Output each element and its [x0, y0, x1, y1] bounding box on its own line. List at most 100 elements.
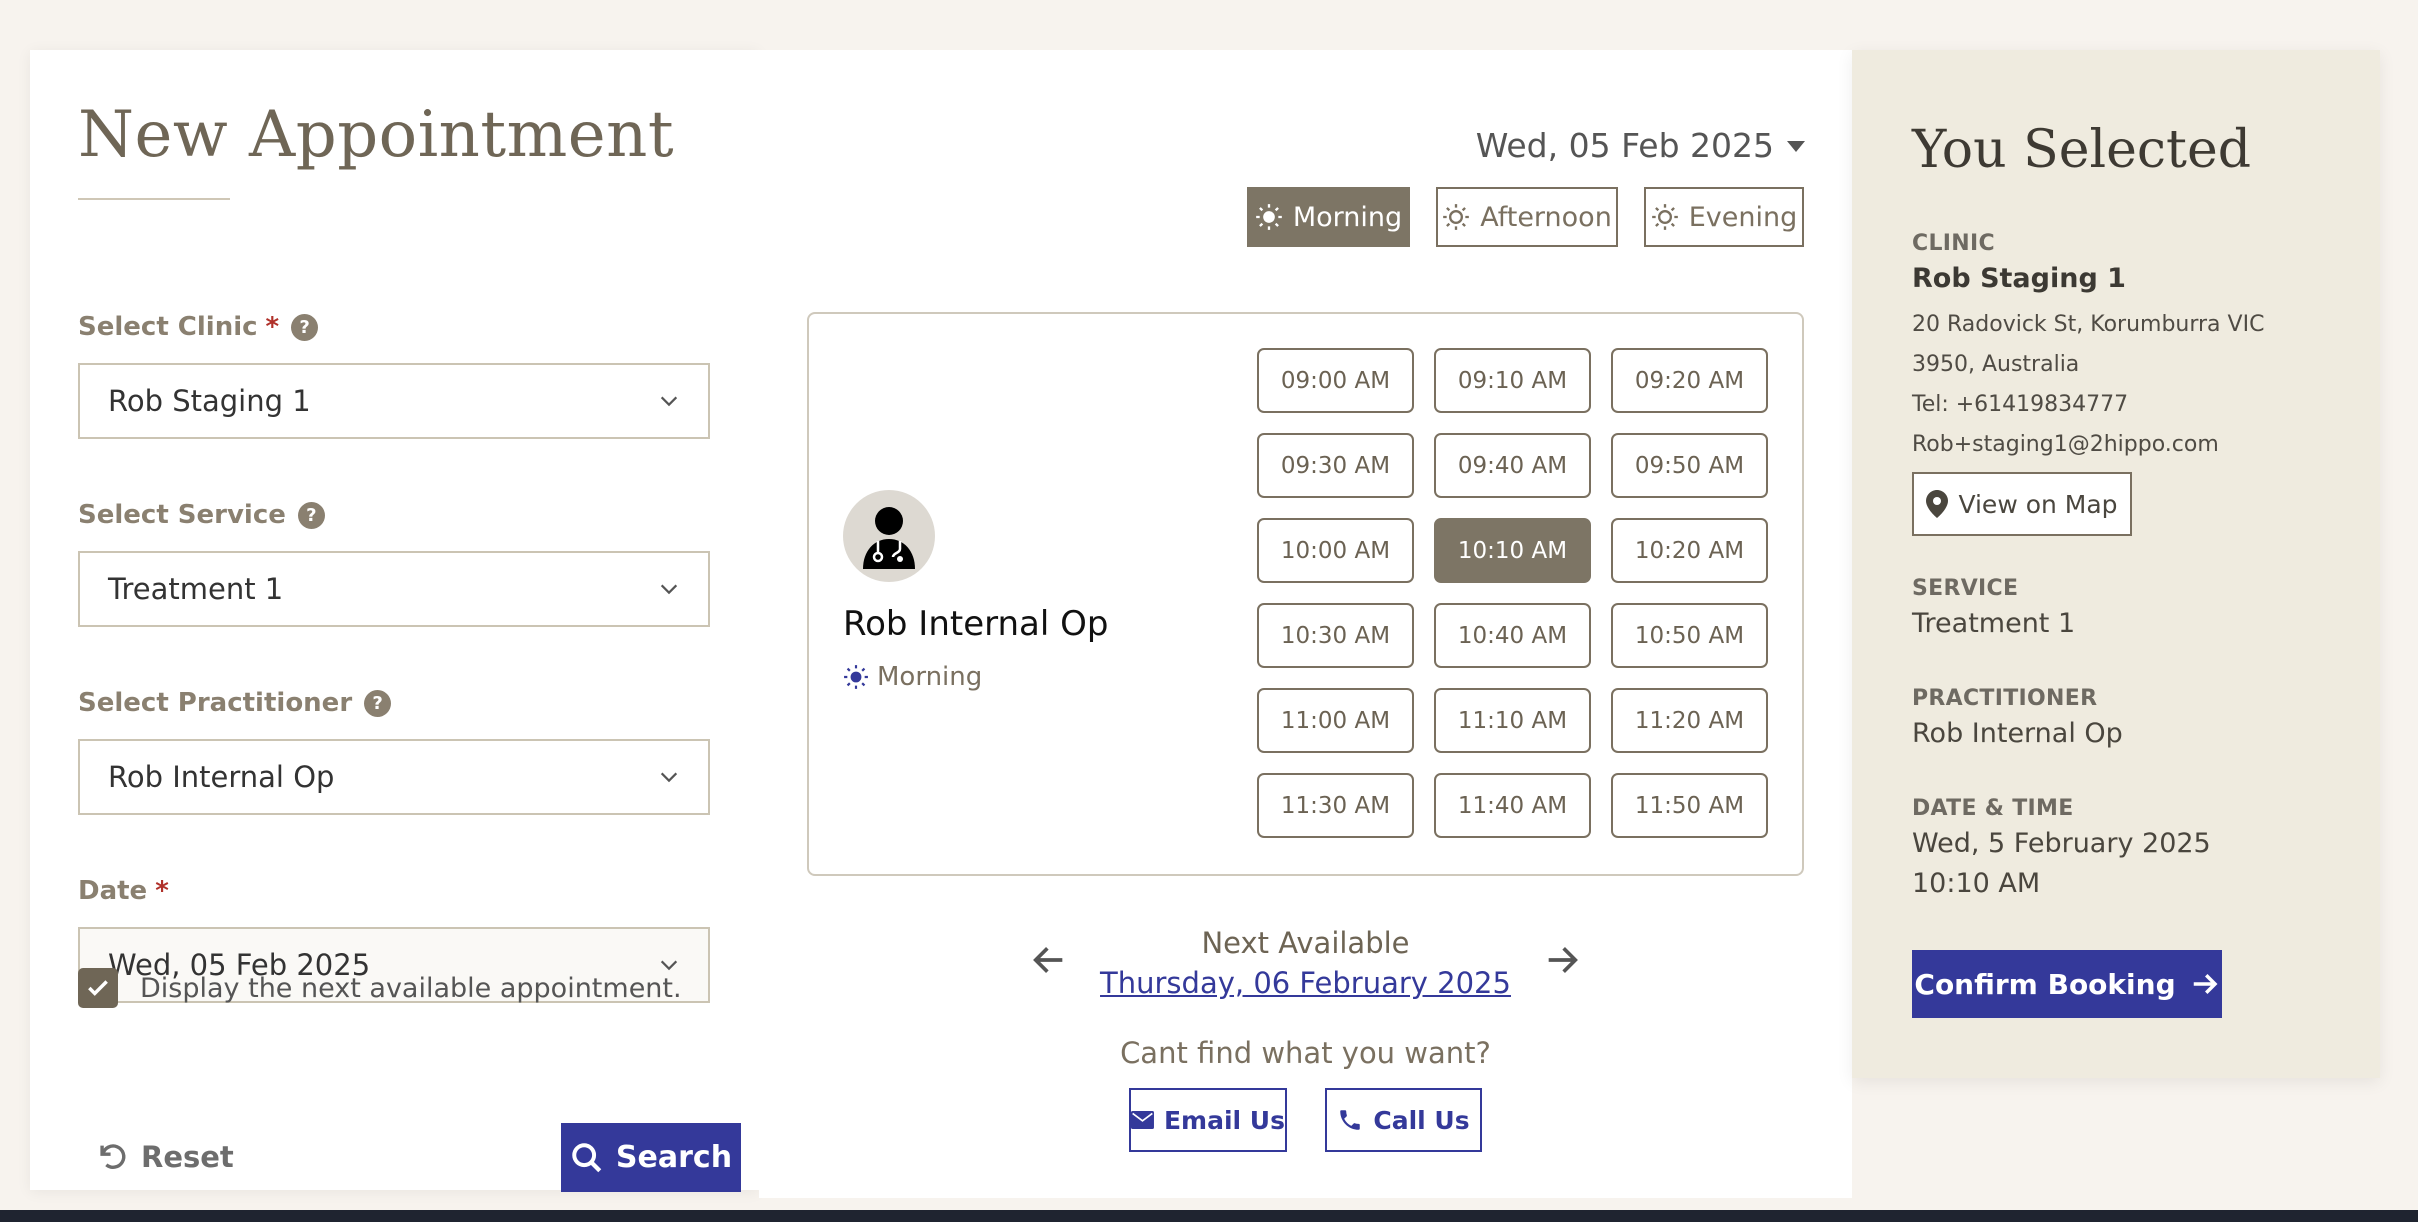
time-slot[interactable]: 09:50 AM	[1611, 433, 1768, 498]
time-slot[interactable]: 09:10 AM	[1434, 348, 1591, 413]
search-label: Search	[615, 1140, 733, 1175]
arrow-right-icon[interactable]	[1542, 940, 1582, 980]
reset-button[interactable]: Reset	[95, 1122, 234, 1192]
chevron-down-icon	[660, 772, 678, 783]
confirm-booking-button[interactable]: Confirm Booking	[1912, 950, 2222, 1018]
time-slot[interactable]: 09:40 AM	[1434, 433, 1591, 498]
time-slot[interactable]: 11:00 AM	[1257, 688, 1414, 753]
time-value: 10:10 AM	[1912, 868, 2041, 899]
reset-icon	[100, 1144, 126, 1169]
practitioner-period-label: Morning	[877, 662, 983, 692]
period-afternoon-button[interactable]: Afternoon	[1436, 187, 1618, 247]
appointment-form-panel: New Appointment Select Clinic * ? Rob St…	[30, 50, 759, 1192]
time-slot[interactable]: 09:20 AM	[1611, 348, 1768, 413]
sun-icon	[1443, 204, 1470, 230]
arrow-right-icon	[2193, 974, 2218, 994]
view-on-map-button[interactable]: View on Map	[1912, 472, 2132, 536]
time-slot[interactable]: 11:50 AM	[1611, 773, 1768, 838]
period-label: Afternoon	[1480, 201, 1612, 233]
next-available-checkbox[interactable]	[78, 968, 118, 1008]
view-on-map-label: View on Map	[1958, 489, 2118, 519]
practitioner-avatar	[843, 490, 935, 582]
time-slots-panel: Wed, 05 Feb 2025 Morning Afternoon Eveni…	[759, 50, 1852, 1198]
sunset-icon	[1651, 204, 1678, 230]
time-slot[interactable]: 10:50 AM	[1611, 603, 1768, 668]
date-value: Wed, 5 February 2025	[1912, 828, 2211, 859]
help-icon[interactable]: ?	[364, 689, 392, 717]
clinic-select[interactable]: Rob Staging 1	[78, 363, 710, 439]
time-slot[interactable]: 10:30 AM	[1257, 603, 1414, 668]
check-icon	[88, 980, 108, 996]
cant-find-text: Cant find what you want?	[1120, 1036, 1491, 1070]
summary-title: You Selected	[1912, 120, 2252, 180]
date-picker-value: Wed, 05 Feb 2025	[1475, 126, 1774, 165]
sun-icon	[1256, 204, 1282, 230]
date-picker[interactable]: Wed, 05 Feb 2025	[1476, 126, 1806, 165]
time-slot[interactable]: 09:00 AM	[1257, 348, 1414, 413]
time-slot[interactable]: 11:40 AM	[1434, 773, 1591, 838]
time-slot-selected[interactable]: 10:10 AM	[1434, 518, 1591, 583]
practitioner-period: Morning	[843, 662, 982, 692]
period-label: Morning	[1292, 201, 1403, 233]
next-available-option: Display the next available appointment.	[78, 968, 682, 1008]
period-evening-button[interactable]: Evening	[1644, 187, 1804, 247]
clinic-name: Rob Staging 1	[1912, 263, 2126, 294]
required-marker: *	[265, 312, 280, 342]
next-available-date[interactable]: Thursday, 06 February 2025	[1100, 966, 1511, 1000]
service-label-text: Select Service	[78, 500, 286, 530]
clinic-heading: CLINIC	[1912, 231, 1995, 256]
email-us-button[interactable]: Email Us	[1129, 1088, 1287, 1152]
required-marker: *	[155, 876, 169, 906]
service-select[interactable]: Treatment 1	[78, 551, 710, 627]
time-slot[interactable]: 10:00 AM	[1257, 518, 1414, 583]
map-pin-icon	[1926, 490, 1949, 518]
search-button[interactable]: Search	[561, 1123, 741, 1192]
practitioner-select[interactable]: Rob Internal Op	[78, 739, 710, 815]
clinic-email: Rob+staging1@2hippo.com	[1912, 432, 2219, 457]
doctor-icon	[863, 507, 915, 569]
practitioner-slot-card: Rob Internal Op Morning 09:00 AM 09:10 A…	[807, 312, 1804, 876]
call-us-label: Call Us	[1373, 1105, 1470, 1135]
chevron-down-icon	[660, 396, 678, 407]
envelope-icon	[1131, 1110, 1154, 1130]
next-available-label: Next Available	[1201, 926, 1410, 960]
service-label: Select Service ?	[78, 500, 325, 530]
time-slot[interactable]: 09:30 AM	[1257, 433, 1414, 498]
period-label: Evening	[1688, 201, 1798, 233]
practitioner-heading: PRACTITIONER	[1912, 686, 2098, 711]
time-slot-grid: 09:00 AM 09:10 AM 09:20 AM 09:30 AM 09:4…	[1257, 348, 1768, 838]
booking-summary-panel: You Selected CLINIC Rob Staging 1 20 Rad…	[1852, 50, 2380, 1078]
help-icon[interactable]: ?	[291, 313, 319, 341]
clinic-label: Select Clinic * ?	[78, 312, 319, 342]
time-slot[interactable]: 11:10 AM	[1434, 688, 1591, 753]
time-slot[interactable]: 10:40 AM	[1434, 603, 1591, 668]
caret-down-icon	[1787, 140, 1805, 152]
date-label-text: Date	[78, 876, 148, 906]
phone-icon	[1340, 1110, 1361, 1130]
title-divider	[78, 198, 230, 200]
call-us-button[interactable]: Call Us	[1325, 1088, 1482, 1152]
search-icon	[572, 1142, 602, 1172]
period-morning-button[interactable]: Morning	[1247, 187, 1410, 247]
reset-label: Reset	[141, 1140, 234, 1174]
practitioner-label-text: Select Practitioner	[78, 688, 353, 718]
time-slot[interactable]: 11:20 AM	[1611, 688, 1768, 753]
sun-icon	[844, 665, 868, 689]
datetime-heading: DATE & TIME	[1912, 796, 2074, 821]
next-available-label: Display the next available appointment.	[140, 972, 682, 1004]
email-us-label: Email Us	[1163, 1105, 1285, 1135]
clinic-phone: Tel: +61419834777	[1912, 392, 2129, 417]
time-slot[interactable]: 11:30 AM	[1257, 773, 1414, 838]
practitioner-select-value: Rob Internal Op	[108, 760, 335, 794]
practitioner-value: Rob Internal Op	[1912, 718, 2123, 749]
time-slot[interactable]: 10:20 AM	[1611, 518, 1768, 583]
next-available-date-link: Thursday, 06 February 2025	[759, 966, 1852, 1000]
chevron-down-icon	[660, 584, 678, 595]
confirm-booking-label: Confirm Booking	[1914, 967, 2176, 1001]
service-heading: SERVICE	[1912, 576, 2019, 601]
date-label: Date *	[78, 876, 169, 906]
help-icon[interactable]: ?	[297, 501, 325, 529]
clinic-select-value: Rob Staging 1	[108, 384, 311, 418]
page-title: New Appointment	[78, 98, 675, 172]
practitioner-name: Rob Internal Op	[843, 604, 1109, 644]
